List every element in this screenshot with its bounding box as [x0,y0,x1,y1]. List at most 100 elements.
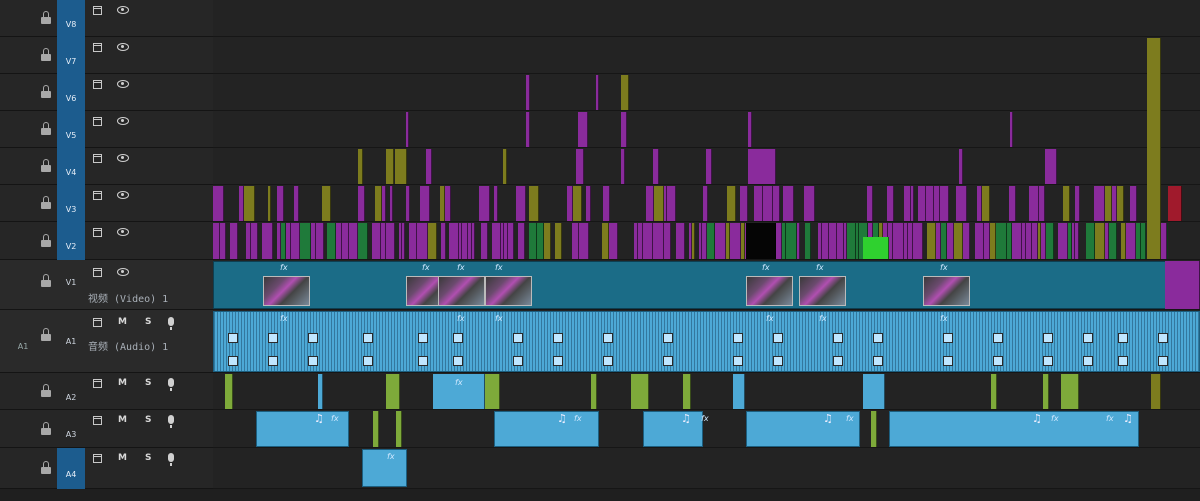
clip[interactable] [733,374,745,409]
clip[interactable] [867,186,873,221]
clip[interactable] [676,223,685,259]
lock-icon[interactable] [41,85,51,98]
clip[interactable] [947,223,954,259]
clip[interactable] [375,186,382,221]
clip[interactable] [871,411,877,447]
track-target-a3[interactable]: A3 [57,410,85,448]
clip[interactable] [1075,186,1080,221]
mute-button[interactable]: M [118,317,127,327]
clip[interactable] [783,186,794,221]
clip[interactable] [918,186,926,221]
clip[interactable] [786,223,797,259]
clip[interactable] [518,223,525,259]
clip[interactable] [1117,186,1124,221]
clip[interactable] [621,149,625,184]
clip[interactable] [643,223,653,259]
track-target-v1[interactable]: V1 [57,260,85,310]
clip[interactable] [646,186,654,221]
clip[interactable] [631,374,649,409]
clip[interactable] [230,223,238,259]
clip[interactable] [1045,149,1057,184]
track-target-v4[interactable]: V4 [57,148,85,185]
clip[interactable] [382,186,386,221]
lock-icon[interactable] [41,384,51,397]
clip[interactable] [322,186,331,221]
clip[interactable] [996,223,1007,259]
clip[interactable] [1165,261,1200,309]
clip[interactable] [406,112,409,147]
clip[interactable] [621,75,629,110]
microphone-icon[interactable] [168,378,174,391]
track-target-v7[interactable]: V7 [57,37,85,74]
clip[interactable] [889,411,1139,447]
clip[interactable] [494,411,599,447]
clip[interactable] [428,223,437,259]
clip[interactable] [300,223,311,259]
clip[interactable] [526,75,530,110]
clip[interactable] [492,223,501,259]
clip[interactable] [555,223,562,259]
clip[interactable] [406,186,410,221]
clip[interactable] [653,223,664,259]
clip[interactable] [1147,38,1161,259]
clip[interactable] [579,223,589,259]
track-target-v6[interactable]: V6 [57,74,85,111]
clip[interactable] [373,411,379,447]
lock-icon[interactable] [41,234,51,247]
eye-icon[interactable] [117,154,129,162]
clip[interactable] [268,186,271,221]
clip[interactable] [1075,223,1079,259]
clip[interactable] [715,223,726,259]
solo-button[interactable]: S [145,415,151,425]
clip[interactable] [654,186,664,221]
clip[interactable] [653,149,659,184]
clip[interactable] [573,186,582,221]
clip[interactable] [396,411,402,447]
clip[interactable] [847,223,856,259]
clip[interactable] [954,223,963,259]
clip[interactable] [1063,186,1070,221]
clip[interactable] [1012,223,1022,259]
clip[interactable] [727,186,736,221]
lock-icon[interactable] [41,422,51,435]
microphone-icon[interactable] [168,415,174,428]
clip[interactable] [1039,186,1045,221]
clip[interactable] [395,149,407,184]
lock-icon[interactable] [41,274,51,287]
sync-lock-icon[interactable] [93,43,105,52]
sync-lock-icon[interactable] [93,191,105,200]
lock-icon[interactable] [41,122,51,135]
clip[interactable] [358,149,363,184]
clip[interactable] [763,186,773,221]
clip[interactable] [863,237,889,259]
clip[interactable] [544,223,551,259]
sync-lock-icon[interactable] [93,318,105,327]
clip[interactable] [621,112,627,147]
clip[interactable] [692,223,695,259]
clip[interactable] [754,186,763,221]
clip[interactable] [1010,112,1013,147]
clip[interactable] [362,449,407,487]
sync-lock-icon[interactable] [93,416,105,425]
mute-button[interactable]: M [118,453,127,463]
clip[interactable] [1086,223,1095,259]
clip[interactable] [706,149,712,184]
clip[interactable] [746,411,860,447]
clip[interactable] [572,223,579,259]
clip[interactable] [927,223,936,259]
clip[interactable] [887,186,894,221]
clip[interactable] [1168,186,1182,221]
lock-icon[interactable] [41,461,51,474]
clip[interactable] [1009,186,1016,221]
clip[interactable] [529,186,539,221]
eye-icon[interactable] [117,191,129,199]
solo-button[interactable]: S [145,453,151,463]
clip[interactable] [1151,374,1161,409]
clip[interactable] [603,186,610,221]
clip[interactable] [829,223,837,259]
clip[interactable] [386,223,395,259]
clip[interactable] [372,223,381,259]
clip[interactable] [213,223,220,259]
lock-icon[interactable] [41,11,51,24]
clip[interactable] [318,374,323,409]
